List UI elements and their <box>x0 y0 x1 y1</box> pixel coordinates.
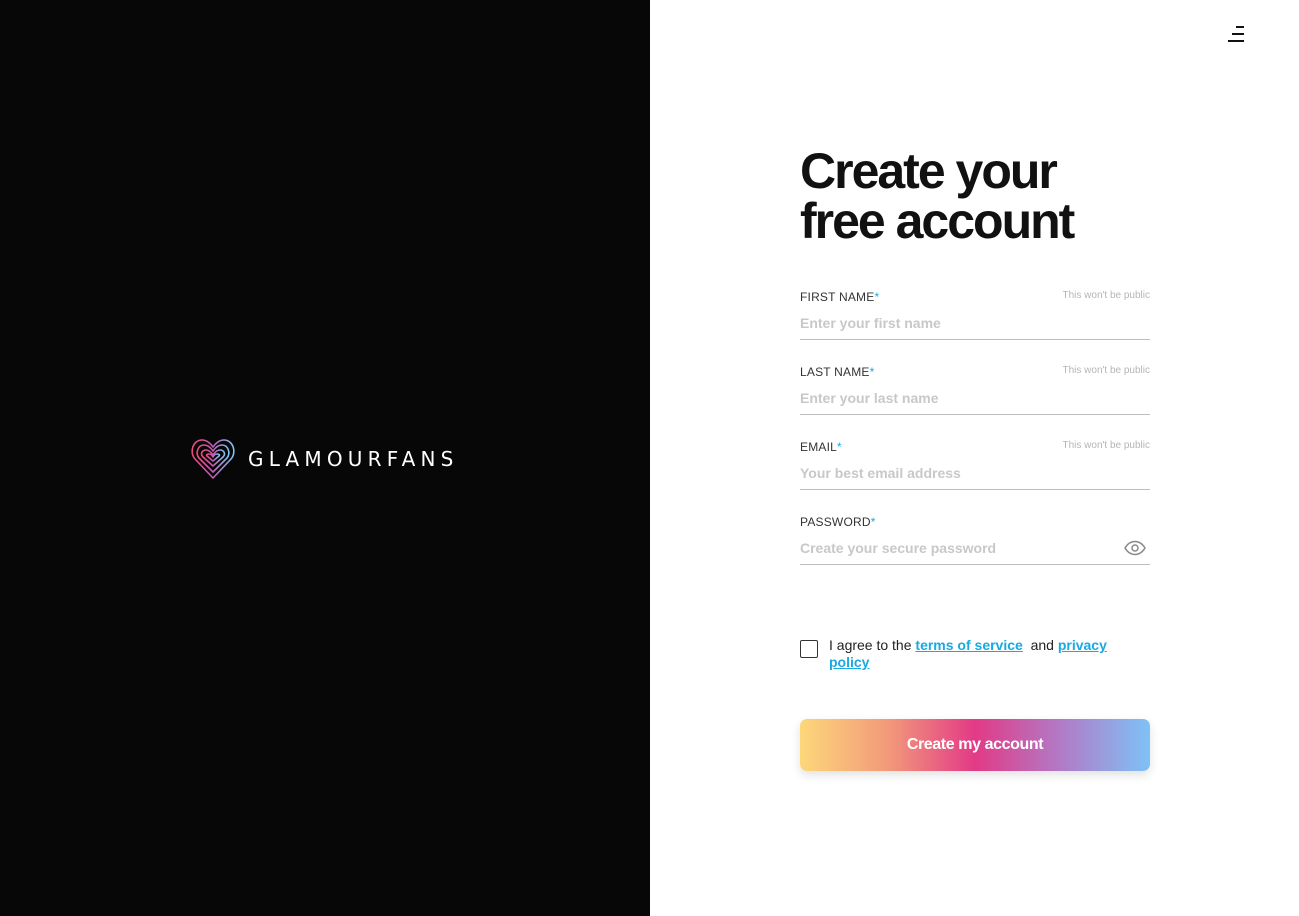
last-name-input[interactable] <box>800 385 1120 411</box>
terms-checkbox[interactable] <box>800 640 818 658</box>
heart-logo-icon <box>191 439 235 479</box>
brand-name: GLAMOURFANS <box>248 447 459 471</box>
required-mark: * <box>874 290 880 304</box>
terms-agreement: I agree to the terms of service and priv… <box>800 637 1150 671</box>
first-name-privacy-note: This won't be public <box>1062 290 1150 301</box>
menu-line <box>1228 40 1244 42</box>
email-field: EMAIL* This won't be public <box>800 440 1150 490</box>
brand-panel: GLAMOURFANS <box>0 0 650 916</box>
first-name-label: FIRST NAME* <box>800 290 880 304</box>
logo: GLAMOURFANS <box>190 437 459 481</box>
last-name-field: LAST NAME* This won't be public <box>800 365 1150 415</box>
password-field: PASSWORD* <box>800 515 1150 565</box>
page-title: Create your free account <box>800 146 1160 246</box>
last-name-privacy-note: This won't be public <box>1062 365 1150 376</box>
terms-prefix: I agree to the <box>829 637 912 653</box>
email-privacy-note: This won't be public <box>1062 440 1150 451</box>
password-input[interactable] <box>800 535 1120 561</box>
last-name-label: LAST NAME* <box>800 365 875 379</box>
signup-panel: Create your free account FIRST NAME* Thi… <box>650 0 1299 916</box>
required-mark: * <box>869 365 875 379</box>
first-name-field: FIRST NAME* This won't be public <box>800 290 1150 340</box>
create-account-button[interactable]: Create my account <box>800 719 1150 771</box>
hamburger-menu-icon[interactable] <box>1226 24 1246 44</box>
menu-line <box>1232 33 1244 35</box>
page-title-line2: free account <box>800 193 1075 249</box>
eye-icon[interactable] <box>1124 540 1146 556</box>
email-input[interactable] <box>800 460 1120 486</box>
required-mark: * <box>837 440 842 454</box>
terms-of-service-link[interactable]: terms of service <box>915 637 1022 653</box>
password-label: PASSWORD* <box>800 515 876 529</box>
email-label: EMAIL* <box>800 440 842 454</box>
first-name-input[interactable] <box>800 310 1120 336</box>
terms-and: and <box>1030 637 1054 653</box>
page-title-line1: Create your <box>800 143 1058 199</box>
required-mark: * <box>870 515 876 529</box>
menu-line <box>1236 26 1244 28</box>
terms-text: I agree to the terms of service and priv… <box>829 637 1129 671</box>
